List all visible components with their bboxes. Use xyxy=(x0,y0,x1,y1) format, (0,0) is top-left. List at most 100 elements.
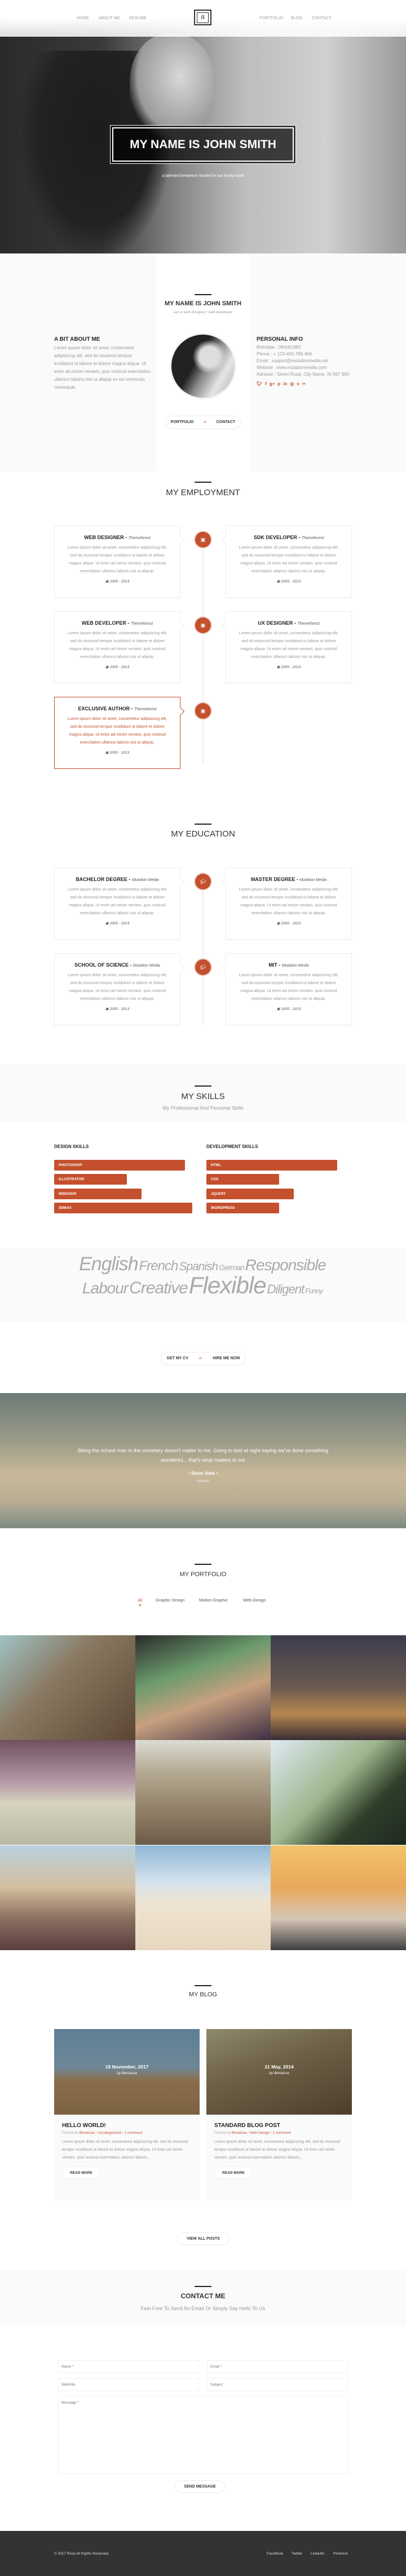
portfolio-title: MY PORTFOLIO xyxy=(179,1571,227,1578)
twitter-icon[interactable]: 🐦︎ xyxy=(257,381,262,386)
hero-title: MY NAME IS JOHN SMITH xyxy=(112,127,294,162)
google-plus-icon[interactable]: g+ xyxy=(270,381,275,386)
nav-blog[interactable]: BLOG xyxy=(291,16,302,20)
meta-author-link[interactable]: Benaissa xyxy=(232,2131,247,2135)
divider xyxy=(195,1085,211,1087)
pinterest-icon[interactable]: p xyxy=(277,381,280,386)
divider xyxy=(195,482,211,483)
card-text: Lorem ipsum dolor sit amet, consectetur … xyxy=(239,630,339,659)
card-company: Themeforest xyxy=(128,536,151,540)
employment-title: MY EMPLOYMENT xyxy=(166,488,240,497)
divider xyxy=(195,824,211,825)
portfolio-item[interactable] xyxy=(271,1845,406,1950)
name-input[interactable] xyxy=(58,2360,199,2373)
portfolio-item[interactable] xyxy=(271,1635,406,1740)
info-website[interactable]: Website : www.mutationmedia.com xyxy=(257,364,350,371)
calendar-icon: ▣ xyxy=(105,1007,110,1011)
meta-author-link[interactable]: Benaissa xyxy=(80,2131,95,2135)
card-role: SCHOOL OF SCIENCE xyxy=(74,962,129,968)
card-title: UX DESIGNER - Themeforest xyxy=(258,620,320,626)
card-date-text: 2005 - 2013 xyxy=(281,580,301,584)
nav-home[interactable]: HOME xyxy=(77,16,89,20)
get-cv-button[interactable]: GET MY CV xyxy=(167,1356,188,1360)
info-email[interactable]: Email : support@mutationmedia.net xyxy=(257,358,350,364)
card-date: ▣ 2005 - 2013 xyxy=(226,579,351,584)
vimeo-icon[interactable]: v xyxy=(297,381,299,386)
contact-button[interactable]: CONTACT xyxy=(217,420,236,424)
trait-word: Responsible xyxy=(245,1256,326,1274)
portfolio-item[interactable] xyxy=(0,1635,135,1740)
filter-motion-graphic[interactable]: Motion Graphic xyxy=(199,1598,228,1603)
meta-comments-link[interactable]: 1 comment xyxy=(124,2131,142,2135)
website-input[interactable] xyxy=(58,2378,199,2391)
footer-link-twitter[interactable]: Twitter xyxy=(292,2552,302,2556)
card-date: ▣ 2005 - 2013 xyxy=(226,1007,351,1011)
portfolio-item[interactable] xyxy=(0,1740,135,1845)
trait-word: Flexible xyxy=(188,1272,267,1298)
card-date-text: 2005 - 2013 xyxy=(109,751,130,755)
nav-contact[interactable]: CONTACT xyxy=(312,16,332,20)
blog-post-image[interactable]: 19 November, 2017 by Benaissa xyxy=(54,2029,200,2115)
footer-link-pinterest[interactable]: Pinterest xyxy=(333,2552,348,2556)
card-role: MIT xyxy=(268,962,277,968)
nav-resume[interactable]: RESUME xyxy=(129,16,147,20)
nav-about[interactable]: ABOUT ME xyxy=(99,16,120,20)
trait-word: Creative xyxy=(129,1279,188,1297)
portfolio-item[interactable] xyxy=(271,1740,406,1845)
blog-post-title[interactable]: STANDARD BLOG POST xyxy=(214,2123,344,2129)
linkedin-icon[interactable]: in xyxy=(283,381,287,386)
portfolio-item[interactable] xyxy=(0,1845,135,1950)
card-date-text: 2005 - 2013 xyxy=(281,665,301,669)
nav-portfolio[interactable]: PORTFOLIO xyxy=(259,16,283,20)
card-date-text: 2005 - 2013 xyxy=(109,580,130,584)
card-company: Mutation Media xyxy=(299,878,327,882)
card-date: ▣ 2005 - 2013 xyxy=(55,921,180,926)
education-card: MIT - Mutation Media Lorem ipsum dolor si… xyxy=(226,953,352,1025)
footer-link-linkedin[interactable]: LinkedIn xyxy=(311,2552,325,2556)
card-title: SCHOOL OF SCIENCE - Mutation Media xyxy=(74,962,160,968)
info-birthdate: Birthdate : 09/04/1982 xyxy=(257,345,301,350)
blog-post-image[interactable]: 21 May, 2014 by Benaissa xyxy=(206,2029,352,2115)
employment-card: UX DESIGNER - Themeforest Lorem ipsum dol… xyxy=(226,611,352,683)
read-more-button[interactable]: READ MORE xyxy=(62,2166,100,2179)
meta-comments-link[interactable]: 1 comment xyxy=(273,2131,291,2135)
meta-category-link[interactable]: Web Design xyxy=(250,2131,270,2135)
skill-bar-indesign: INDESIGN xyxy=(54,1188,142,1199)
calendar-icon: ▣ xyxy=(105,922,110,926)
view-all-posts-button[interactable]: VIEW ALL POSTS xyxy=(177,2232,230,2245)
skill-bar-illustrator: ILLUSTRATOR xyxy=(54,1174,127,1185)
portfolio-item[interactable] xyxy=(135,1740,271,1845)
portfolio-item[interactable] xyxy=(135,1635,271,1740)
blog-post-meta: Posted by Benaissa / Web Design / 1 comm… xyxy=(214,2131,291,2135)
portfolio-item[interactable] xyxy=(135,1845,271,1950)
briefcase-icon: ▣ xyxy=(195,617,211,633)
personal-info-list: Birthdate : 09/04/1982 Phone : + 123-456… xyxy=(257,344,350,378)
card-date-text: 2005 - 2013 xyxy=(109,665,130,669)
quote-author: • Steve Jobs • xyxy=(188,1471,218,1476)
filter-all[interactable]: All xyxy=(138,1598,142,1603)
filter-graphic-design[interactable]: Graphic Design xyxy=(156,1598,185,1603)
quote-role: founder xyxy=(196,1479,210,1483)
meta-posted: Posted by xyxy=(214,2131,231,2135)
facebook-icon[interactable]: f xyxy=(265,381,267,386)
footer-link-facebook[interactable]: FaceBook xyxy=(267,2552,283,2556)
card-date: ▣ 2005 - 2013 xyxy=(226,665,351,669)
subject-input[interactable] xyxy=(207,2378,348,2391)
hire-me-button[interactable]: HIRE ME NOW xyxy=(213,1356,240,1360)
dribbble-icon[interactable]: ◎ xyxy=(290,381,294,386)
card-company: Mutation Media xyxy=(131,878,159,882)
card-date-text: 2005 - 2013 xyxy=(281,1007,301,1011)
message-textarea[interactable] xyxy=(58,2396,348,2474)
card-text: Lorem ipsum dolor sit amet, consectetur … xyxy=(67,545,167,573)
blog-post-title[interactable]: HELLO WORLD! xyxy=(62,2123,192,2129)
read-more-button[interactable]: READ MORE xyxy=(214,2166,253,2179)
meta-category-link[interactable]: Uncategorized xyxy=(98,2131,121,2135)
send-message-button[interactable]: SEND MESSAGE xyxy=(175,2480,225,2493)
email-input[interactable] xyxy=(207,2360,348,2373)
divider xyxy=(195,1985,211,1986)
calendar-icon: ▣ xyxy=(105,580,110,584)
filter-web-design[interactable]: Web Design xyxy=(243,1598,266,1603)
flickr-icon[interactable]: •• xyxy=(302,381,306,386)
portfolio-button[interactable]: PORTFOLIO xyxy=(171,420,194,424)
logo[interactable]: Я xyxy=(194,10,211,25)
